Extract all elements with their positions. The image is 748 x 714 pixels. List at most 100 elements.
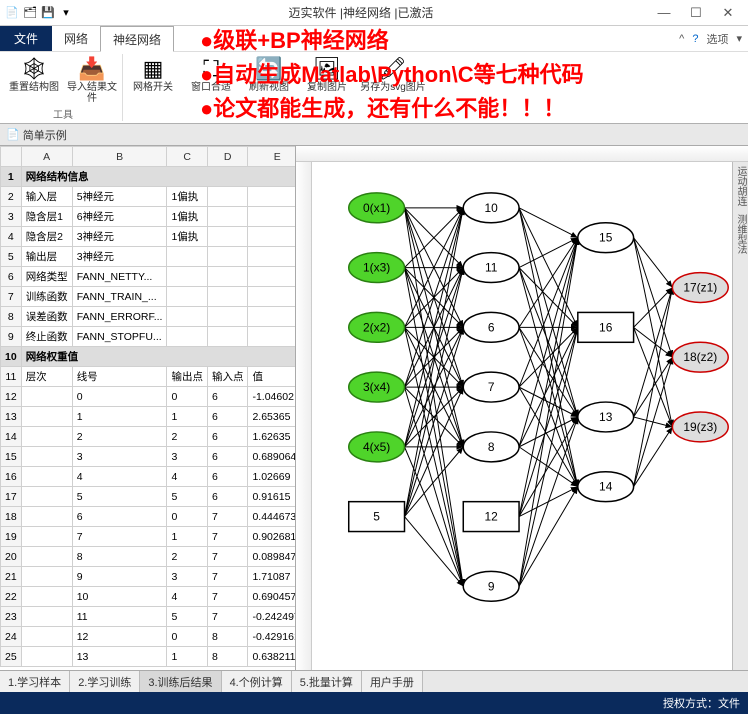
table-row[interactable]: 241208-0.429161 bbox=[1, 627, 296, 647]
refresh-icon: 🔄 bbox=[255, 56, 283, 82]
titlebar: 📄 🗂 💾 ▾ 迈实软件 |神经网络 |已激活 — ☐ ✕ bbox=[0, 0, 748, 26]
svg-text:1(x3): 1(x3) bbox=[363, 261, 390, 275]
svg-text:4(x5): 4(x5) bbox=[363, 440, 390, 454]
table-row[interactable]: 131162.65365 bbox=[1, 407, 296, 427]
ruler-horizontal bbox=[296, 146, 748, 162]
table-row[interactable]: 2输入层5神经元1偏执 bbox=[1, 187, 296, 207]
quick-access-toolbar: 📄 🗂 💾 ▾ bbox=[4, 5, 74, 21]
refresh-view-button[interactable]: 🔄 刷新视图 bbox=[241, 54, 297, 95]
qat-icon-2[interactable]: 🗂 bbox=[22, 5, 38, 21]
right-panel: 运动胡连测维型法 0(x1)1(x3)2(x2)3(x4)4(x5)510116… bbox=[296, 146, 748, 670]
group-label-tools: 工具 bbox=[53, 106, 73, 121]
diagram-canvas[interactable]: 0(x1) 1(x3) 2(x2) 3(x4) 4(x5) 5 10 11 6 7 8 12 9 15 16… bbox=[318, 168, 744, 666]
table-row[interactable]: 231157-0.242497 bbox=[1, 607, 296, 627]
data-sheet[interactable]: A B C D E 1网络结构信息 2输入层5神经元1偏执3隐含层16神经元1偏… bbox=[0, 146, 295, 670]
table-row[interactable]: 2210470.690457 bbox=[1, 587, 296, 607]
svg-text:8: 8 bbox=[488, 440, 495, 454]
header-row-2[interactable]: 11层次线号输出点输入点值 bbox=[1, 367, 296, 387]
reset-structure-button[interactable]: 🕸 重置结构图 bbox=[6, 54, 62, 106]
panel-title: 简单示例 bbox=[23, 127, 67, 143]
section-row[interactable]: 10网络权重值 bbox=[1, 347, 296, 367]
network-icon: 🕸 bbox=[20, 56, 48, 82]
tab-batch[interactable]: 5.批量计算 bbox=[292, 671, 362, 692]
options-dropdown-icon[interactable]: ▾ bbox=[736, 32, 742, 45]
tab-manual[interactable]: 用户手册 bbox=[362, 671, 423, 692]
neural-net-svg: 0(x1) 1(x3) 2(x2) 3(x4) 4(x5) 5 10 11 6 7 8 12 9 15 16… bbox=[318, 168, 744, 666]
qat-icon-3[interactable]: 💾 bbox=[40, 5, 56, 21]
tab-samples[interactable]: 1.学习样本 bbox=[0, 671, 70, 692]
svg-icon: 🖍 bbox=[379, 56, 407, 82]
ribbon-group-tools: 🕸 重置结构图 📥 导入结果文件 工具 bbox=[4, 54, 123, 121]
copy-icon: 🖼 bbox=[313, 56, 341, 82]
panel-icon: 📄 bbox=[6, 128, 20, 141]
window-title: 迈实软件 |神经网络 |已激活 bbox=[74, 4, 648, 21]
svg-text:10: 10 bbox=[485, 201, 499, 215]
left-panel: A B C D E 1网络结构信息 2输入层5神经元1偏执3隐含层16神经元1偏… bbox=[0, 146, 296, 670]
tab-training[interactable]: 2.学习训练 bbox=[70, 671, 140, 692]
svg-text:12: 12 bbox=[485, 510, 499, 524]
ruler-vertical bbox=[296, 162, 312, 670]
table-row[interactable]: 5输出层3神经元 bbox=[1, 247, 296, 267]
qat-icon-4[interactable]: ▾ bbox=[58, 5, 74, 21]
tab-results[interactable]: 3.训练后结果 bbox=[140, 671, 221, 692]
menu-file[interactable]: 文件 bbox=[0, 26, 52, 51]
options-label[interactable]: 选项 bbox=[706, 31, 728, 47]
status-text: 授权方式：文件 bbox=[663, 695, 740, 711]
table-row[interactable]: 3隐含层16神经元1偏执 bbox=[1, 207, 296, 227]
tab-case[interactable]: 4.个例计算 bbox=[222, 671, 292, 692]
table-row[interactable]: 9终止函数FANN_STOPFU... bbox=[1, 327, 296, 347]
menu-bar: 文件 网络 神经网络 ^ ? 选项 ▾ bbox=[0, 26, 748, 52]
table-row[interactable]: 2513180.638211 bbox=[1, 647, 296, 667]
fit-window-button[interactable]: ⛶ 窗口合适 bbox=[183, 54, 239, 95]
fit-icon: ⛶ bbox=[197, 56, 225, 82]
grid-toggle-button[interactable]: ▦ 网格开关 bbox=[125, 54, 181, 95]
minimize-button[interactable]: — bbox=[648, 3, 680, 23]
table-row[interactable]: 12006-1.04602 bbox=[1, 387, 296, 407]
svg-text:5: 5 bbox=[373, 510, 380, 524]
table-row[interactable]: 219371.71087 bbox=[1, 567, 296, 587]
table-row[interactable]: 197170.902681 bbox=[1, 527, 296, 547]
main-area: A B C D E 1网络结构信息 2输入层5神经元1偏执3隐含层16神经元1偏… bbox=[0, 146, 748, 670]
table-row[interactable]: 175560.91615 bbox=[1, 487, 296, 507]
ribbon: 🕸 重置结构图 📥 导入结果文件 工具 ▦ 网格开关 ⛶ 窗口合适 🔄 刷新视图 bbox=[0, 52, 748, 124]
svg-text:0(x1): 0(x1) bbox=[363, 201, 390, 215]
help-icon[interactable]: ? bbox=[692, 33, 698, 45]
table-row[interactable]: 4隐含层23神经元1偏执 bbox=[1, 227, 296, 247]
grid-icon: ▦ bbox=[139, 56, 167, 82]
table-row[interactable]: 186070.444673 bbox=[1, 507, 296, 527]
svg-text:9: 9 bbox=[488, 579, 495, 593]
copy-image-button[interactable]: 🖼 复制图片 bbox=[299, 54, 355, 95]
svg-text:19(z3): 19(z3) bbox=[683, 420, 717, 434]
table-row[interactable]: 142261.62635 bbox=[1, 427, 296, 447]
svg-text:13: 13 bbox=[599, 410, 613, 424]
menu-network[interactable]: 网络 bbox=[52, 26, 100, 51]
svg-text:15: 15 bbox=[599, 231, 613, 245]
menu-neural[interactable]: 神经网络 bbox=[100, 26, 174, 52]
qat-icon-1[interactable]: 📄 bbox=[4, 5, 20, 21]
column-headers: A B C D E bbox=[1, 147, 296, 167]
table-row[interactable]: 153360.689064 bbox=[1, 447, 296, 467]
svg-text:3(x4): 3(x4) bbox=[363, 380, 390, 394]
svg-text:6: 6 bbox=[488, 320, 495, 334]
svg-text:16: 16 bbox=[599, 320, 613, 334]
table-row[interactable]: 8误差函数FANN_ERRORF... bbox=[1, 307, 296, 327]
maximize-button[interactable]: ☐ bbox=[680, 3, 712, 23]
svg-text:2(x2): 2(x2) bbox=[363, 320, 390, 334]
collapse-icon[interactable]: ^ bbox=[679, 33, 684, 45]
save-svg-button[interactable]: 🖍 另存为svg图片 bbox=[357, 54, 429, 95]
table-row[interactable]: 208270.0898473 bbox=[1, 547, 296, 567]
panel-bar: 📄 简单示例 bbox=[0, 124, 748, 146]
table-row[interactable]: 7训练函数FANN_TRAIN_... bbox=[1, 287, 296, 307]
close-button[interactable]: ✕ bbox=[712, 3, 744, 23]
status-bar: 授权方式：文件 bbox=[0, 692, 748, 714]
bottom-tabs: 1.学习样本 2.学习训练 3.训练后结果 4.个例计算 5.批量计算 用户手册 bbox=[0, 670, 748, 692]
menu-right: ^ ? 选项 ▾ bbox=[679, 26, 748, 51]
ribbon-group-view: ▦ 网格开关 ⛶ 窗口合适 🔄 刷新视图 🖼 复制图片 🖍 另存为svg图片 bbox=[123, 54, 431, 121]
svg-text:7: 7 bbox=[488, 380, 495, 394]
import-result-button[interactable]: 📥 导入结果文件 bbox=[64, 54, 120, 106]
section-row[interactable]: 1网络结构信息 bbox=[1, 167, 296, 187]
svg-text:11: 11 bbox=[485, 261, 498, 275]
svg-text:17(z1): 17(z1) bbox=[683, 281, 717, 295]
table-row[interactable]: 6网络类型FANN_NETTY... bbox=[1, 267, 296, 287]
table-row[interactable]: 164461.02669 bbox=[1, 467, 296, 487]
